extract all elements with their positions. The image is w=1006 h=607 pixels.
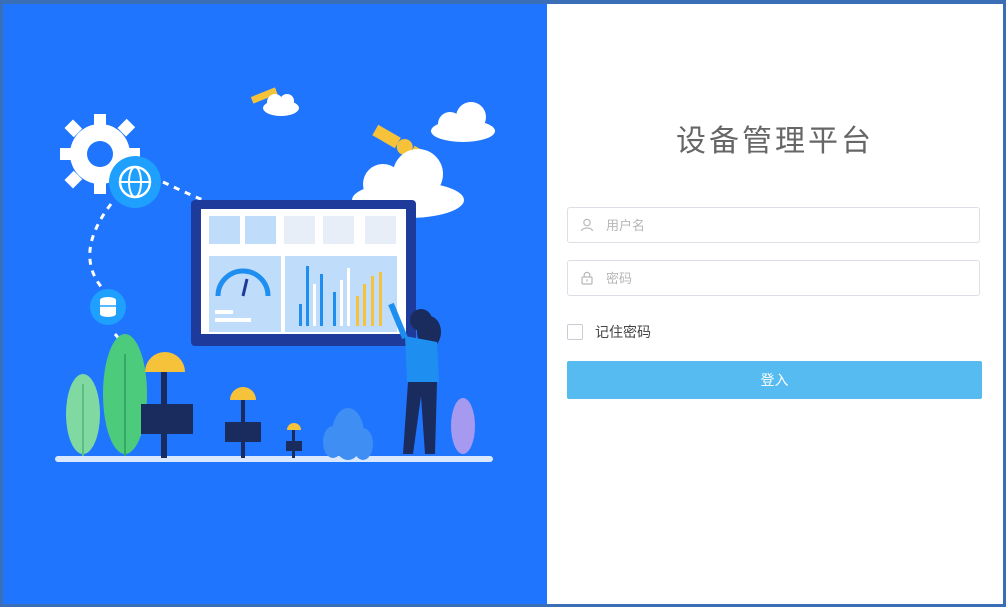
person [388,302,441,454]
lock-icon [581,271,593,285]
remember-password[interactable]: 记住密码 [567,322,651,342]
cloud-icon [431,102,495,142]
password-field[interactable] [567,260,980,297]
remember-checkbox[interactable] [567,324,583,340]
illustration-panel [3,4,547,604]
login-button[interactable]: 登入 [567,361,982,399]
password-input[interactable] [604,261,968,297]
username-input[interactable] [604,208,968,244]
globe-icon [109,156,161,208]
page-title: 设备管理平台 [676,124,874,159]
solar-lamp [141,352,302,458]
dashboard-illustration [55,87,495,462]
database-icon [90,289,126,325]
user-icon [580,218,594,232]
login-panel: 设备管理平台 记住密码 登入 [547,4,1003,604]
remember-label: 记住密码 [595,325,651,341]
monitor [191,200,416,346]
username-field[interactable] [567,207,980,244]
